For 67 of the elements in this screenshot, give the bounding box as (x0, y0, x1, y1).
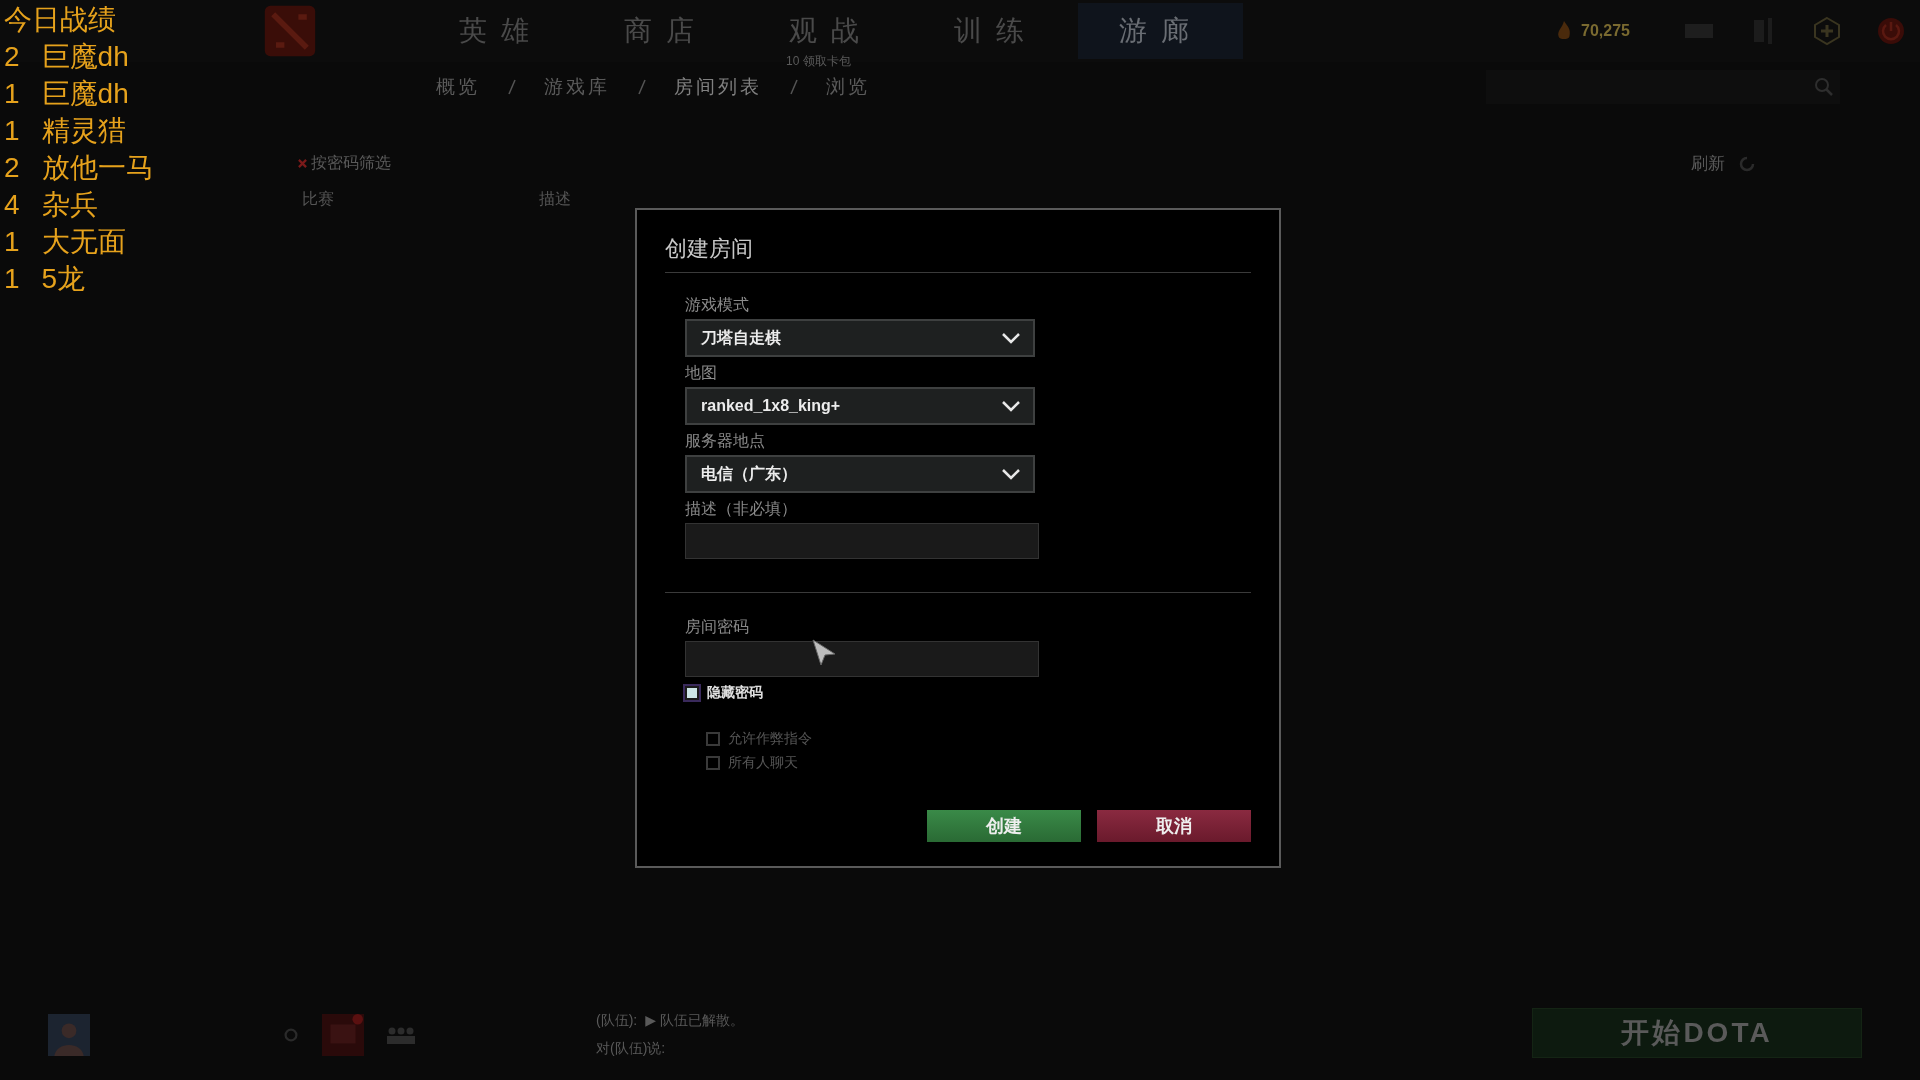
chevron-down-icon (1001, 468, 1021, 480)
overlay-entry: 5龙 (41, 263, 86, 294)
dialog-title: 创建房间 (665, 235, 753, 263)
overlay-title: 今日战绩 (4, 4, 117, 35)
headset-icon[interactable] (282, 1026, 300, 1044)
overlay-count: 2 (4, 41, 20, 72)
subnav-tab[interactable]: 概览 (430, 73, 486, 101)
separator-slash-icon (638, 79, 646, 95)
cursor-icon (811, 638, 837, 668)
checkbox-label: 允许作弊指令 (728, 730, 812, 748)
currency-amount: 70,275 (1581, 22, 1630, 40)
game-logo-icon[interactable] (262, 3, 318, 59)
nav-tab[interactable]: 训练 (913, 3, 1078, 59)
overlay-entry: 杂兵 (41, 189, 98, 220)
avatar-icon[interactable] (48, 1014, 90, 1056)
overlay-entry: 巨魔dh (41, 78, 129, 109)
subnav-tab[interactable]: 浏览 (820, 73, 876, 101)
overlay-entry: 巨魔dh (41, 41, 129, 72)
field-label: 房间密码 (685, 617, 749, 637)
column-header: 比赛 (302, 189, 334, 209)
overlay-count: 1 (4, 115, 20, 146)
search-field[interactable] (1486, 70, 1840, 104)
separator-slash-icon (508, 79, 516, 95)
overlay-count: 2 (4, 152, 20, 183)
checkbox[interactable] (685, 686, 699, 700)
overlay-entry: 放他一马 (41, 152, 154, 183)
input-field[interactable] (685, 523, 1039, 559)
party-icon[interactable] (386, 1025, 416, 1045)
field-label: 描述（非必填） (685, 499, 797, 519)
chat-message: ▶ 队伍已解散。 (645, 1012, 744, 1030)
separator-slash-icon (790, 79, 798, 95)
field-label: 地图 (685, 363, 717, 383)
power-icon[interactable] (1876, 16, 1906, 46)
field-label: 服务器地点 (685, 431, 765, 451)
create-button[interactable]: 创建 (927, 810, 1081, 842)
subnav-tab[interactable]: 游戏库 (538, 73, 616, 101)
password-filter-toggle[interactable]: 按密码筛选 (311, 153, 391, 174)
overlay-entry: 大无面 (41, 226, 126, 257)
search-icon[interactable] (1814, 77, 1834, 97)
overlay-entry: 精灵猎 (41, 115, 126, 146)
chat-prompt: 对(队伍)说: (596, 1040, 667, 1058)
overlay-count: 1 (4, 78, 20, 109)
column-header: 描述 (539, 189, 571, 209)
overlay-count: 1 (4, 263, 20, 294)
nav-tab[interactable]: 商店 (583, 3, 748, 59)
start-button[interactable]: 开始DOTA (1532, 1008, 1862, 1058)
nav-tab[interactable]: 游廊 (1078, 3, 1243, 59)
chevron-down-icon (1001, 400, 1021, 412)
subnav-tab[interactable]: 房间列表 (668, 73, 768, 101)
chevron-down-icon (1001, 332, 1021, 344)
chat-channel: (队伍): (596, 1012, 638, 1030)
overlay-count: 1 (4, 226, 20, 257)
overlay-count: 4 (4, 189, 20, 220)
card-pack-badge[interactable]: 10 领取卡包 (786, 53, 851, 70)
refresh-button[interactable]: 刷新 (1691, 152, 1725, 175)
plus-hexagon-icon[interactable] (1812, 16, 1842, 46)
dropdown[interactable]: 电信（广东） (685, 455, 1035, 493)
dropdown[interactable]: 刀塔自走棋 (685, 319, 1035, 357)
cancel-button[interactable]: 取消 (1097, 810, 1251, 842)
dropdown[interactable]: ranked_1x8_king+ (685, 387, 1035, 425)
checkbox-label: 所有人聊天 (728, 754, 798, 772)
field-label: 游戏模式 (685, 295, 749, 315)
nav-tab[interactable]: 英雄 (418, 3, 583, 59)
item-card-icon[interactable] (322, 1014, 364, 1056)
checkbox-label: 隐藏密码 (707, 684, 763, 702)
password-field[interactable] (685, 641, 1039, 677)
cross-icon[interactable] (298, 159, 307, 168)
